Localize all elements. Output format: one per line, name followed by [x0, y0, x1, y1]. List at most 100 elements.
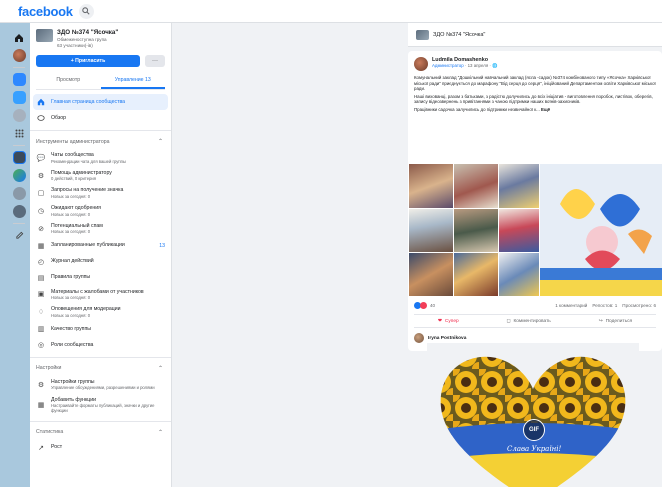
post-photo[interactable]: [409, 209, 453, 252]
admin-tools-title: Инструменты администратора: [36, 138, 110, 145]
author-avatar[interactable]: [414, 57, 428, 71]
search-button[interactable]: [78, 3, 94, 19]
post-photo[interactable]: [409, 253, 453, 296]
comment-item: Iryna Postnikova: [414, 333, 466, 343]
sidebar-item-label: Рост: [51, 444, 63, 451]
like-button[interactable]: ❤ Супер: [438, 319, 459, 324]
gif-badge[interactable]: GIF: [523, 419, 545, 441]
sidebar-item-sub: Новых за сегодня: 0: [51, 211, 91, 217]
group-thumbnail[interactable]: [416, 29, 429, 40]
post-photo[interactable]: [499, 209, 539, 252]
quality-icon: ▥: [37, 325, 45, 333]
share-button[interactable]: ↪ Поделиться: [599, 319, 633, 324]
invite-row: + Пригласить ···: [30, 49, 171, 67]
chat-icon: 💬: [36, 154, 46, 162]
chevron-up-icon: ⌃: [157, 139, 163, 145]
profile-avatar-icon[interactable]: [12, 49, 26, 62]
roles-icon: ◎: [37, 341, 45, 349]
post-photo[interactable]: [499, 253, 539, 296]
grid-menu-icon[interactable]: [13, 127, 26, 140]
sidebar-item-add-features[interactable]: ▦ Добавить функции Настраивайте форматы п…: [30, 394, 171, 417]
group-shortcut-icon[interactable]: [12, 151, 26, 164]
comments-count[interactable]: 1 комментарий: [555, 303, 587, 308]
group-shortcut-2-icon[interactable]: [12, 169, 26, 182]
sidebar-item-rules[interactable]: ▤ Правила группы: [30, 270, 171, 286]
post-photo[interactable]: [454, 164, 498, 208]
more-options-button[interactable]: ···: [145, 55, 165, 67]
post-meta: Администратор · 13 апреля · 🌐: [432, 63, 498, 69]
main-feed-area: ЗДО №374 "Ясочка" Ludmila Domashenko Адм…: [172, 23, 662, 487]
commenter-name[interactable]: Iryna Postnikova: [428, 336, 466, 341]
group-shortcut-4-icon[interactable]: [12, 205, 26, 218]
sidebar-item-scheduled[interactable]: ▦ Запланированные публикации 13: [30, 238, 171, 254]
love-reaction-icon: [420, 302, 427, 309]
comment-icon: ◻: [506, 318, 511, 324]
sidebar-item-activity-log[interactable]: ◴ Журнал действий: [30, 254, 171, 270]
sidebar-item-label: Ожидают одобрения: [51, 205, 101, 212]
post-paragraph: Працівники садочка залучились до підтрим…: [414, 106, 540, 112]
group-name[interactable]: ЗДО №374 "Ясочка": [57, 29, 118, 37]
group-shortcut-3-icon[interactable]: [12, 187, 26, 200]
pencil-icon[interactable]: [13, 229, 26, 242]
post-body: Комунальний заклад "Дошкільний навчальни…: [408, 71, 662, 113]
post-photo[interactable]: [499, 164, 539, 208]
sidebar-item-spam[interactable]: ⊘ Потенциальный спам Новых за сегодня: 0: [30, 220, 171, 238]
sidebar-item-sub: Рекомендации чата для вашей группы: [51, 158, 126, 164]
group-header: ЗДО №374 "Ясочка" Обмеженоступна група 6…: [30, 23, 171, 49]
comment-gif[interactable]: GIF Слава Україні!: [427, 343, 639, 487]
post-photo[interactable]: [409, 164, 453, 208]
sidebar-item-overview[interactable]: Обзор: [30, 110, 171, 126]
like-label: Супер: [444, 318, 459, 324]
rail-divider-3: [13, 223, 25, 224]
report-icon: ▣: [37, 291, 45, 299]
post-time[interactable]: · 13 апреля ·: [465, 63, 491, 68]
group-members[interactable]: 63 участники(-ів): [57, 43, 118, 49]
stats-section-header[interactable]: Статистика ⌃: [30, 420, 171, 440]
reaction-count[interactable]: 40: [430, 303, 435, 308]
sidebar-item-group-settings[interactable]: ⚙ Настройки группы Управление обсуждениям…: [30, 376, 171, 394]
comment-label: Комментировать: [513, 318, 551, 324]
sidebar-item-admin-assist[interactable]: ⚙ Помощь администратору 0 действий, 0 кри…: [30, 167, 171, 185]
reactions-bar: 40 1 комментарий Репостов: 1 Просмотрено…: [414, 302, 656, 309]
group-cover-thumbnail[interactable]: [36, 29, 53, 42]
sidebar-item-community-roles[interactable]: ◎ Роли сообщества: [30, 337, 171, 353]
share-label: Поделиться: [605, 318, 633, 324]
house-icon[interactable]: [12, 91, 26, 104]
sidebar-item-community-home[interactable]: Главная страница сообщества: [33, 94, 168, 110]
monitor-icon[interactable]: [12, 73, 26, 86]
group-title[interactable]: ЗДО №374 "Ясочка": [433, 32, 485, 38]
sidebar-item-community-chats[interactable]: 💬 Чаты сообщества Рекомендации чата для в…: [30, 149, 171, 167]
comment-button[interactable]: ◻ Комментировать: [506, 319, 550, 324]
post-photo[interactable]: [454, 253, 498, 296]
home-icon[interactable]: [13, 31, 26, 44]
sidebar-item-pending[interactable]: ◷ Ожидают одобрения Новых за сегодня: 0: [30, 202, 171, 220]
groups-icon[interactable]: [12, 109, 26, 122]
alert-icon: ♢: [37, 309, 45, 317]
sidebar-item-label: Правила группы: [51, 274, 91, 281]
sidebar-item-moderation-alerts[interactable]: ♢ Оповещения для модерации Новых за сегод…: [30, 303, 171, 321]
post-paragraph: Наші вихованці, разом з батьками, з раді…: [414, 93, 653, 105]
tab-view[interactable]: Просмотр: [36, 73, 101, 89]
post-photo-artwork[interactable]: [540, 164, 662, 296]
reposts-count[interactable]: Репостов: 1: [592, 303, 617, 308]
feed-post: Ludmila Domashenko Администратор · 13 ап…: [408, 51, 662, 351]
overview-icon: [36, 113, 46, 123]
sidebar-item-sub: Новых за сегодня: 0: [51, 193, 91, 199]
settings-title: Настройки: [36, 365, 62, 372]
sidebar-item-group-quality[interactable]: ▥ Качество группы: [30, 321, 171, 337]
sidebar-item-label: Журнал действий: [51, 258, 94, 265]
post-photo[interactable]: [454, 209, 498, 252]
sidebar-item-badge-requests[interactable]: ▢ Запросы на получение значка Новых за се…: [30, 184, 171, 202]
sidebar-item-reported[interactable]: ▣ Материалы с жалобами от участников Новы…: [30, 286, 171, 304]
post-header: Ludmila Domashenko Администратор · 13 ап…: [408, 51, 662, 71]
invite-button[interactable]: + Пригласить: [36, 55, 140, 67]
see-more-link[interactable]: Ещё: [541, 107, 550, 112]
tab-manage[interactable]: Управление 13: [100, 73, 165, 89]
settings-section-header[interactable]: Настройки ⌃: [30, 356, 171, 376]
commenter-avatar[interactable]: [414, 333, 424, 343]
facebook-logo[interactable]: facebook: [18, 4, 73, 19]
post-paragraph: Комунальний заклад "Дошкільний навчальни…: [414, 75, 656, 92]
admin-tools-section-header[interactable]: Инструменты администратора ⌃: [30, 130, 171, 149]
sidebar-item-label: Роли сообщества: [51, 341, 94, 348]
sidebar-item-growth[interactable]: ↗ Рост: [30, 440, 171, 456]
